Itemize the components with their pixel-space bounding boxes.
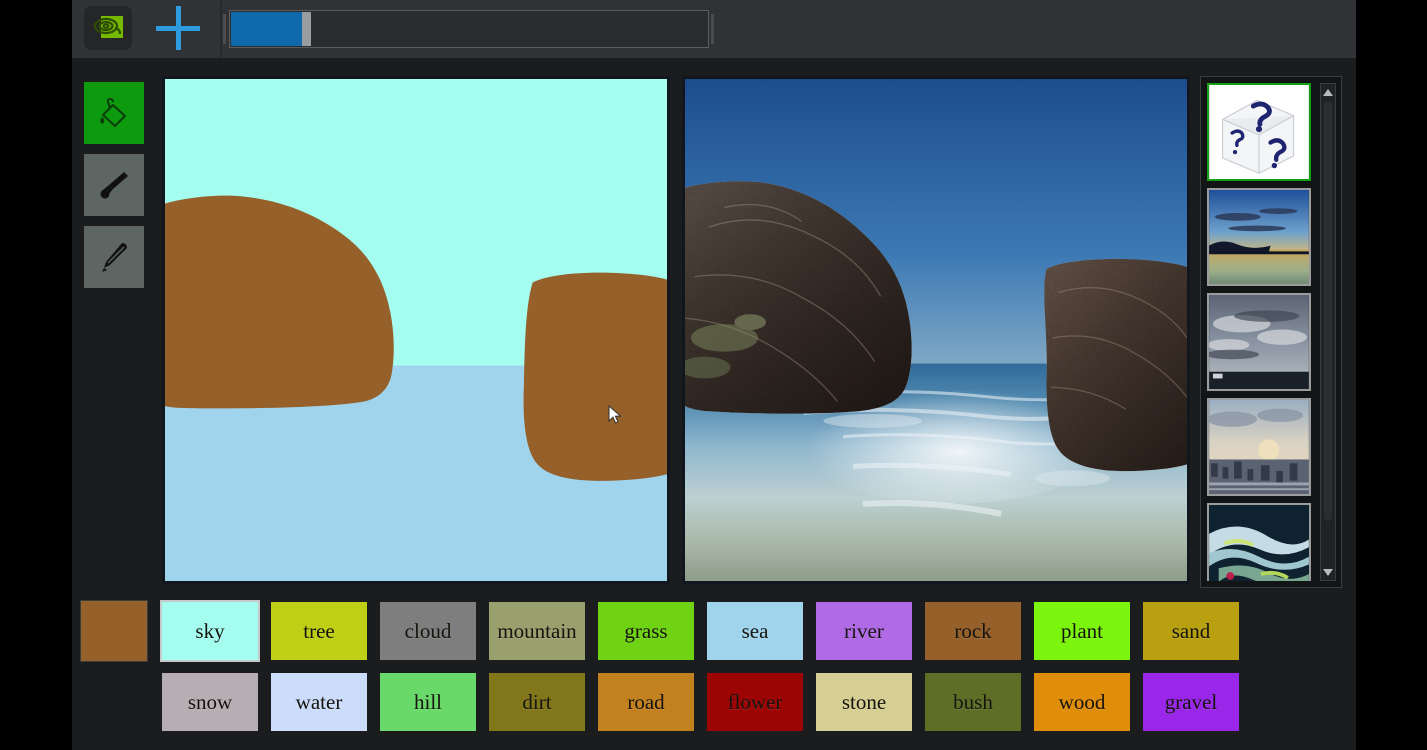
palette-swatch-label: road <box>627 690 664 715</box>
new-canvas-button[interactable] <box>150 6 206 50</box>
scroll-down-button[interactable] <box>1322 566 1334 578</box>
generated-image-canvas[interactable] <box>682 76 1190 584</box>
paintbrush-icon <box>96 167 132 203</box>
fill-tool[interactable] <box>84 82 144 144</box>
toolbar-divider <box>220 0 222 58</box>
palette-swatch-label: gravel <box>1165 690 1217 715</box>
palette-swatch-label: sky <box>195 619 224 644</box>
dusk-city-thumbnail <box>1209 400 1309 494</box>
palette-swatch-sand[interactable]: sand <box>1141 600 1241 662</box>
palette-swatch-label: snow <box>188 690 232 715</box>
plus-icon-vertical <box>176 6 181 50</box>
palette-swatch-plant[interactable]: plant <box>1032 600 1132 662</box>
palette-swatch-label: cloud <box>405 619 452 644</box>
palette-swatch-label: dirt <box>522 690 551 715</box>
style-thumbnail-list[interactable] <box>1207 83 1317 581</box>
paint-bucket-icon <box>96 95 132 131</box>
nvidia-eye-logo-glyph <box>91 14 125 42</box>
triangle-down-icon <box>1323 569 1333 576</box>
scroll-up-button[interactable] <box>1322 86 1334 98</box>
palette-swatch-flower[interactable]: flower <box>705 671 805 733</box>
palette-swatch-label: mountain <box>497 619 576 644</box>
palette-swatch-label: stone <box>842 690 886 715</box>
palette-swatch-label: bush <box>953 690 993 715</box>
slider-handle[interactable] <box>302 12 311 46</box>
palette-swatch-dirt[interactable]: dirt <box>487 671 587 733</box>
palette-swatch-label: wood <box>1059 690 1106 715</box>
segmentation-map <box>165 79 667 581</box>
palette-swatch-cloud[interactable]: cloud <box>378 600 478 662</box>
current-color-swatch[interactable] <box>80 600 148 662</box>
palette-swatch-label: water <box>296 690 343 715</box>
palette-swatch-water[interactable]: water <box>269 671 369 733</box>
region-rock-right <box>524 273 667 481</box>
dice-question-mark-icon <box>1209 85 1309 179</box>
palette-grid: sky tree cloud mountain grass sea river rock pla… <box>160 600 1241 733</box>
segmentation-canvas[interactable] <box>162 76 670 584</box>
style-scrollbar[interactable] <box>1320 83 1336 581</box>
palette-swatch-mountain[interactable]: mountain <box>487 600 587 662</box>
palette-swatch-snow[interactable]: snow <box>160 671 260 733</box>
style-thumbnail-style-sunset[interactable] <box>1207 188 1311 286</box>
slider-fill <box>231 12 302 46</box>
label-palette: sky tree cloud mountain grass sea river rock pla… <box>72 594 1356 750</box>
palette-swatch-label: plant <box>1061 619 1103 644</box>
palette-swatch-road[interactable]: road <box>596 671 696 733</box>
palette-swatch-sea[interactable]: sea <box>705 600 805 662</box>
sunset-sea-thumbnail <box>1209 190 1309 284</box>
palette-swatch-label: rock <box>954 619 991 644</box>
generated-seascape-image <box>685 79 1187 581</box>
palette-swatch-label: tree <box>303 619 334 644</box>
style-thumbnail-style-painting[interactable] <box>1207 503 1311 581</box>
painterly-thumbnail <box>1209 505 1309 581</box>
palette-swatch-label: hill <box>414 690 442 715</box>
brush-tool[interactable] <box>84 154 144 216</box>
palette-swatch-wood[interactable]: wood <box>1032 671 1132 733</box>
palette-swatch-label: sea <box>742 619 769 644</box>
palette-swatch-gravel[interactable]: gravel <box>1141 671 1241 733</box>
palette-swatch-bush[interactable]: bush <box>923 671 1023 733</box>
scrollbar-thumb[interactable] <box>1324 101 1332 521</box>
nvidia-eye-logo-icon[interactable] <box>84 6 132 50</box>
palette-swatch-grass[interactable]: grass <box>596 600 696 662</box>
palette-swatch-label: river <box>844 619 884 644</box>
style-panel <box>1200 76 1342 588</box>
palette-swatch-tree[interactable]: tree <box>269 600 369 662</box>
palette-swatch-stone[interactable]: stone <box>814 671 914 733</box>
slider-start-cap <box>223 14 226 44</box>
palette-swatch-sky[interactable]: sky <box>160 600 260 662</box>
slider-end-cap <box>711 14 714 44</box>
pencil-tool[interactable] <box>84 226 144 288</box>
gaugan-app-window: sky tree cloud mountain grass sea river rock pla… <box>72 0 1356 750</box>
palette-swatch-label: grass <box>624 619 667 644</box>
palette-swatch-river[interactable]: river <box>814 600 914 662</box>
style-strength-slider[interactable] <box>229 10 709 48</box>
triangle-up-icon <box>1323 89 1333 96</box>
palette-swatch-label: sand <box>1172 619 1211 644</box>
palette-swatch-rock[interactable]: rock <box>923 600 1023 662</box>
style-thumbnail-random-style[interactable] <box>1207 83 1311 181</box>
pencil-icon <box>96 239 132 275</box>
palette-swatch-label: flower <box>728 690 783 715</box>
cloudy-sea-thumbnail <box>1209 295 1309 389</box>
style-thumbnail-style-overcast[interactable] <box>1207 293 1311 391</box>
style-thumbnail-style-dusk[interactable] <box>1207 398 1311 496</box>
top-toolbar <box>72 0 1356 58</box>
palette-swatch-hill[interactable]: hill <box>378 671 478 733</box>
tool-strip <box>84 82 144 298</box>
